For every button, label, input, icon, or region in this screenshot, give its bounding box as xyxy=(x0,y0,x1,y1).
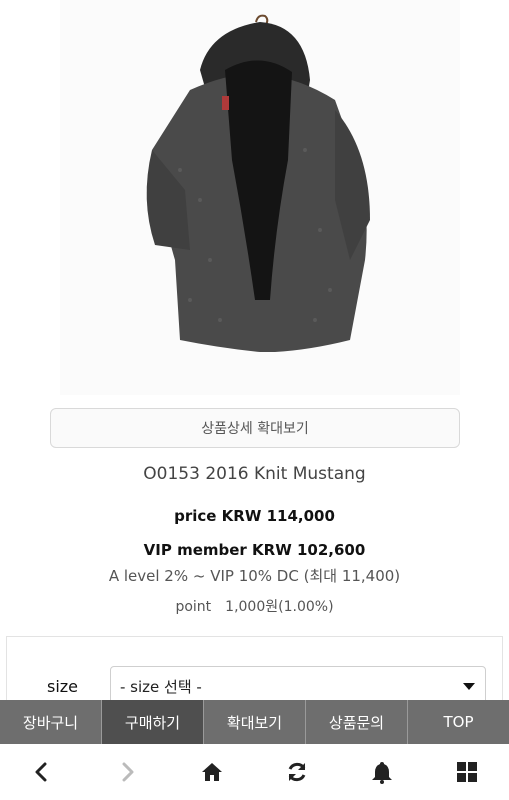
product-price: price KRW 114,000 xyxy=(174,507,335,525)
refresh-button[interactable] xyxy=(254,744,339,800)
refresh-icon xyxy=(288,762,306,782)
vip-price: VIP member KRW 102,600 xyxy=(143,541,366,559)
back-arrow-icon xyxy=(35,762,47,782)
cart-button[interactable]: 장바구니 xyxy=(0,700,102,744)
point-value: 1,000원(1.00%) xyxy=(225,599,334,615)
chevron-down-icon xyxy=(463,683,475,690)
zoom-button[interactable]: 확대보기 xyxy=(204,700,306,744)
discount-info: A level 2% ~ VIP 10% DC (최대 11,400) xyxy=(108,567,401,585)
inquiry-button[interactable]: 상품문의 xyxy=(306,700,408,744)
size-select-value: - size 선택 - xyxy=(120,677,202,696)
grid-icon xyxy=(456,762,477,782)
bottom-nav xyxy=(0,744,509,800)
top-button[interactable]: TOP xyxy=(408,700,509,744)
bell-icon xyxy=(371,762,392,784)
product-name: O0153 2016 Knit Mustang xyxy=(143,464,366,484)
home-icon xyxy=(202,763,223,781)
back-button[interactable] xyxy=(0,744,85,800)
product-photo-coat xyxy=(60,0,460,395)
notification-button[interactable] xyxy=(339,744,424,800)
action-bar: 장바구니 구매하기 확대보기 상품문의 TOP xyxy=(0,700,509,744)
size-label: size xyxy=(47,677,79,696)
zoom-detail-button[interactable]: 상품상세 확대보기 xyxy=(50,408,460,448)
menu-button[interactable] xyxy=(424,744,509,800)
point-label: point xyxy=(175,599,212,615)
product-image[interactable] xyxy=(60,0,460,395)
point-info: point 1,000원(1.00%) xyxy=(0,596,509,616)
forward-arrow-icon xyxy=(122,762,134,782)
buy-button[interactable]: 구매하기 xyxy=(102,700,204,744)
home-button[interactable] xyxy=(170,744,255,800)
forward-button[interactable] xyxy=(85,744,170,800)
